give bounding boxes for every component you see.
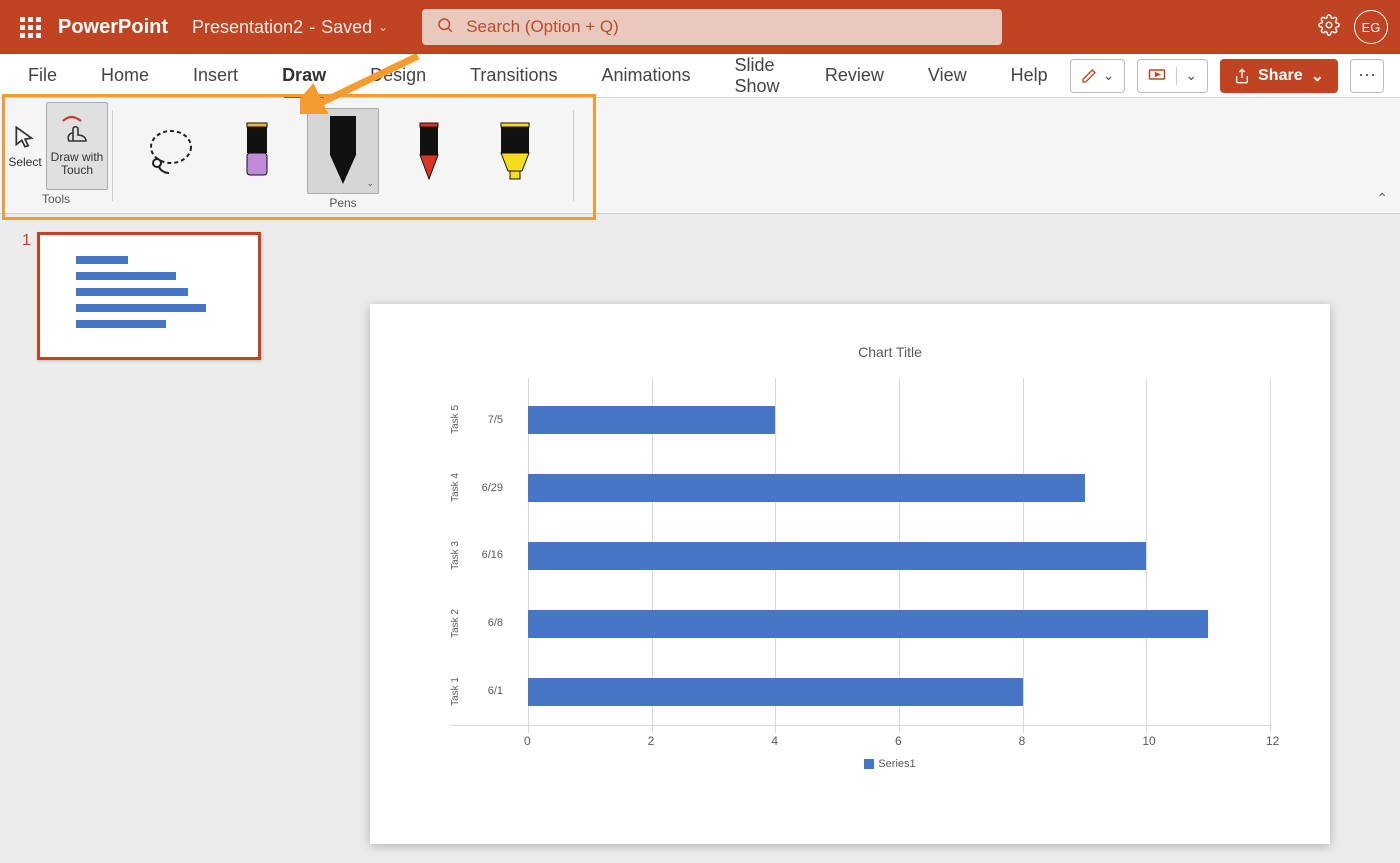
ribbon-tabs: File Home Insert Draw Design Transitions…	[0, 54, 1400, 98]
editing-mode-button[interactable]: ⌄	[1070, 59, 1126, 93]
tab-draw[interactable]: Draw	[260, 54, 348, 98]
legend-swatch	[864, 759, 874, 769]
tab-transitions[interactable]: Transitions	[448, 54, 579, 98]
more-options-button[interactable]: ⋯	[1350, 59, 1384, 93]
x-tick: 12	[1266, 734, 1279, 748]
y-category: Task 2	[450, 609, 461, 638]
y-category: Task 5	[450, 405, 461, 434]
pen-black[interactable]: ⌄	[307, 108, 379, 194]
x-tick: 10	[1142, 734, 1155, 748]
eraser-tool[interactable]	[221, 108, 293, 194]
y-category: Task 3	[450, 541, 461, 570]
tab-review[interactable]: Review	[803, 54, 906, 98]
chevron-down-icon: ⌄	[1103, 67, 1115, 84]
collapse-ribbon-icon[interactable]: ⌃	[1376, 190, 1388, 207]
slide-thumbnail-panel: 1	[0, 214, 300, 863]
tab-insert[interactable]: Insert	[171, 54, 260, 98]
title-bar: PowerPoint Presentation2 - Saved ⌄ Searc…	[0, 0, 1400, 54]
document-title[interactable]: Presentation2 - Saved ⌄	[192, 17, 388, 38]
pen-red[interactable]	[393, 108, 465, 194]
x-tick: 0	[524, 734, 531, 748]
chart-title: Chart Title	[510, 344, 1270, 360]
tab-animations[interactable]: Animations	[579, 54, 712, 98]
app-launcher-icon[interactable]	[20, 17, 40, 37]
search-icon	[436, 16, 454, 39]
user-avatar[interactable]: EG	[1354, 10, 1388, 44]
x-tick: 8	[1019, 734, 1026, 748]
highlighter-yellow[interactable]	[479, 108, 551, 194]
y-category: Task 1	[450, 677, 461, 706]
x-tick: 2	[648, 734, 655, 748]
y-subcategory: 6/29	[469, 482, 503, 494]
slide-number: 1	[22, 232, 31, 360]
chevron-down-icon: ⌄	[366, 178, 374, 189]
slide-canvas-area[interactable]: Chart Title Task 5 7/5 Task 4 6/29 Task 3 6/1…	[300, 214, 1400, 863]
workspace: 1 Chart Title Task 5 7/5 Task 4 6/29 Task 3 6…	[0, 214, 1400, 863]
thumbnail-chart-preview	[54, 246, 244, 346]
chart[interactable]: Chart Title Task 5 7/5 Task 4 6/29 Task 3 6/1…	[370, 304, 1330, 844]
tools-group-label: Tools	[42, 190, 70, 208]
chevron-down-icon: ⌄	[1311, 66, 1324, 86]
chart-bar	[528, 542, 1146, 570]
search-input[interactable]: Search (Option + Q)	[422, 9, 1002, 45]
select-tool[interactable]: Select	[4, 102, 46, 190]
chart-bar	[528, 406, 775, 434]
x-tick: 4	[771, 734, 778, 748]
present-button[interactable]: ⌄	[1137, 59, 1208, 93]
share-button[interactable]: Share ⌄	[1220, 59, 1338, 93]
app-name: PowerPoint	[58, 16, 168, 39]
tab-help[interactable]: Help	[989, 54, 1070, 98]
x-tick: 6	[895, 734, 902, 748]
y-subcategory: 6/16	[469, 549, 503, 561]
lasso-select-tool[interactable]	[135, 108, 207, 194]
slide[interactable]: Chart Title Task 5 7/5 Task 4 6/29 Task 3 6/1…	[370, 304, 1330, 844]
chevron-down-icon: ⌄	[1185, 67, 1197, 84]
chart-bar	[528, 474, 1085, 502]
pens-group-label: Pens	[329, 194, 356, 212]
tab-file[interactable]: File	[6, 54, 79, 98]
y-subcategory: 7/5	[469, 414, 503, 426]
y-subcategory: 6/1	[469, 685, 503, 697]
chart-bar	[528, 610, 1208, 638]
y-subcategory: 6/8	[469, 617, 503, 629]
y-category: Task 4	[450, 473, 461, 502]
tab-view[interactable]: View	[906, 54, 989, 98]
draw-toolbar: Select Draw with Touch Tools ⌄	[0, 98, 1400, 214]
settings-icon[interactable]	[1318, 14, 1340, 41]
tab-home[interactable]: Home	[79, 54, 171, 98]
chart-legend: Series1	[510, 758, 1270, 770]
tab-slideshow[interactable]: Slide Show	[713, 54, 803, 98]
draw-with-touch-tool[interactable]: Draw with Touch	[46, 102, 108, 190]
tab-design[interactable]: Design	[348, 54, 448, 98]
chevron-down-icon: ⌄	[378, 20, 388, 34]
chart-bar	[528, 678, 1023, 706]
slide-thumbnail[interactable]	[37, 232, 261, 360]
